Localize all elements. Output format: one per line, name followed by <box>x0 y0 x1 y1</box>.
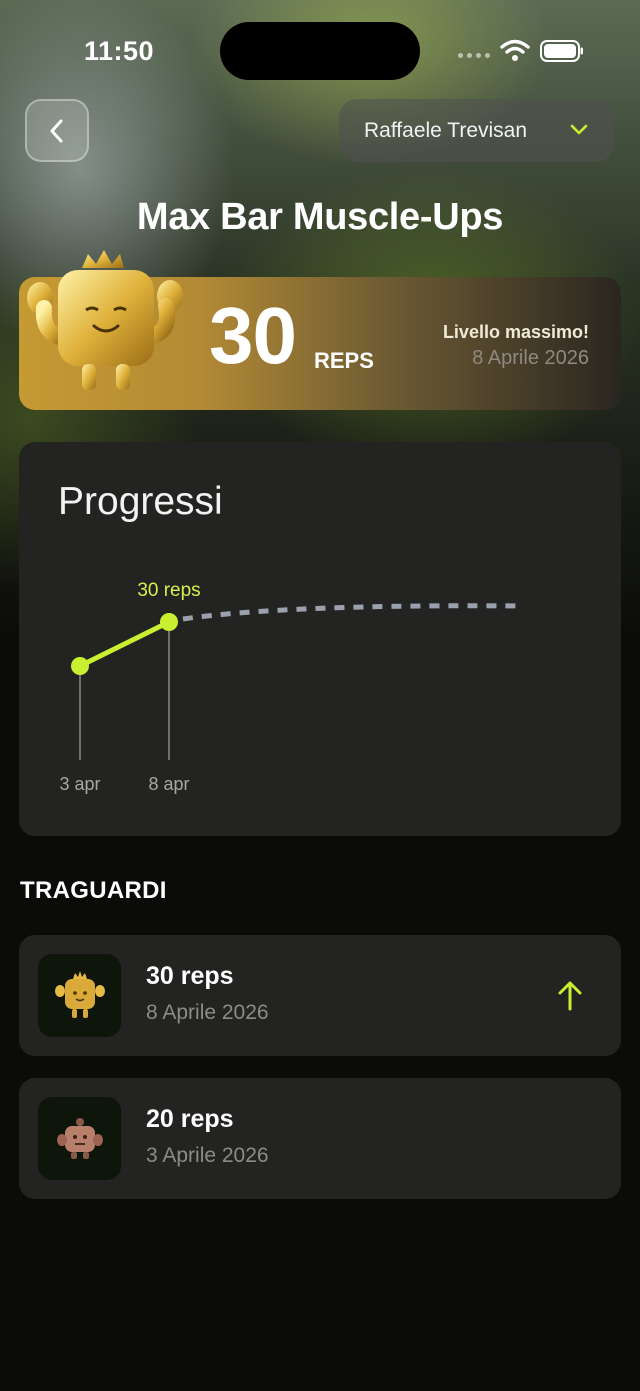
milestone-thumb <box>38 1097 121 1180</box>
milestone-date: 3 Aprile 2026 <box>146 1144 269 1167</box>
brown-mascot-icon <box>56 1117 103 1159</box>
battery-icon <box>540 40 583 62</box>
dynamic-island <box>220 22 420 80</box>
data-point <box>160 613 178 631</box>
wifi-icon <box>500 39 530 61</box>
milestone-value: 20 reps <box>146 1105 234 1133</box>
best-value: 30 <box>209 291 297 380</box>
gold-mascot-icon <box>27 250 183 390</box>
projection-line <box>182 603 525 622</box>
status-time: 11:50 <box>84 36 155 66</box>
back-button[interactable] <box>25 99 89 162</box>
x-tick-label: 8 apr <box>148 774 189 794</box>
x-tick-label: 3 apr <box>59 774 100 794</box>
user-selector[interactable]: Raffaele Trevisan <box>339 99 614 162</box>
page-title: Max Bar Muscle-Ups <box>136 196 504 238</box>
best-date: 8 Aprile 2026 <box>472 347 589 369</box>
best-unit: REPS <box>314 348 374 373</box>
data-point <box>71 657 89 675</box>
milestone-item[interactable]: 30 reps 8 Aprile 2026 <box>19 935 621 1056</box>
milestones-heading: TRAGUARDI <box>20 877 167 904</box>
progress-chart: 30 reps 3 apr 8 apr <box>59 580 525 794</box>
user-name: Raffaele Trevisan <box>364 118 528 142</box>
milestone-thumb <box>38 954 121 1037</box>
gold-mascot-icon <box>54 970 105 1018</box>
series-line <box>77 619 172 669</box>
cellular-signal-icon <box>458 53 490 58</box>
chevron-down-icon <box>570 124 588 135</box>
point-label: 30 reps <box>137 580 200 601</box>
milestone-date: 8 Aprile 2026 <box>146 1001 269 1024</box>
arrow-up-icon <box>558 981 582 1011</box>
chevron-left-icon <box>50 119 63 142</box>
milestone-value: 30 reps <box>146 962 234 990</box>
milestone-item[interactable]: 20 reps 3 Aprile 2026 <box>19 1078 621 1199</box>
best-label: Livello massimo! <box>442 322 589 342</box>
status-bar: 11:50 <box>0 0 640 100</box>
